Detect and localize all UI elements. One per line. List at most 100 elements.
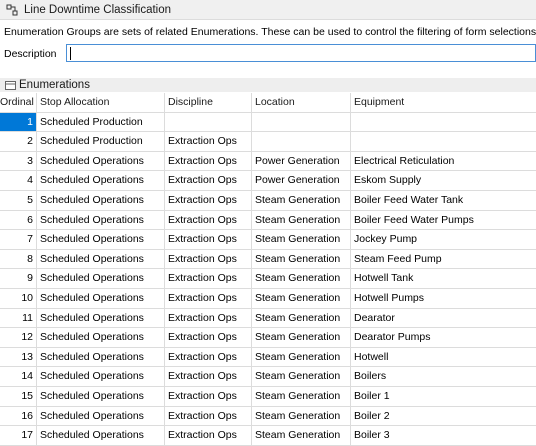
cell-ordinal[interactable]: 6 [0, 210, 37, 230]
cell-equipment[interactable]: Boiler Feed Water Pumps [351, 211, 477, 230]
cell-stop-allocation[interactable]: Scheduled Production [37, 132, 165, 151]
cell-equipment[interactable]: Hotwell Pumps [351, 289, 477, 308]
cell-discipline[interactable]: Extraction Ops [165, 151, 252, 171]
cell-ordinal[interactable]: 15 [0, 386, 37, 406]
cell-location[interactable]: Steam Generation [252, 386, 351, 406]
cell-discipline[interactable]: Extraction Ops [165, 367, 252, 386]
cell-ordinal[interactable]: 16 [0, 406, 37, 426]
cell-ordinal[interactable]: 17 [0, 426, 37, 445]
cell-stop-allocation[interactable]: Scheduled Operations [37, 190, 165, 210]
cell-stop-allocation[interactable]: Scheduled Operations [37, 406, 165, 426]
cell-location[interactable]: Steam Generation [252, 210, 351, 230]
cell-location[interactable]: Steam Generation [252, 230, 351, 249]
cell-ordinal[interactable]: 7 [0, 230, 37, 249]
table-row[interactable]: 7 Scheduled Operations Extraction Ops Steam… [0, 230, 536, 250]
cell-discipline[interactable]: Extraction Ops [165, 288, 252, 308]
cell-stop-allocation[interactable]: Scheduled Operations [37, 328, 165, 347]
cell-discipline[interactable]: Extraction Ops [165, 386, 252, 406]
cell-stop-allocation[interactable]: Scheduled Operations [37, 367, 165, 386]
cell-location[interactable]: Steam Generation [252, 406, 351, 426]
cell-discipline[interactable]: Extraction Ops [165, 171, 252, 190]
description-input[interactable] [66, 44, 536, 62]
table-row[interactable]: 8 Scheduled Operations Extraction Ops Steam… [0, 249, 536, 270]
cell-stop-allocation[interactable]: Scheduled Operations [37, 269, 165, 288]
column-header-stop-allocation[interactable]: Stop Allocation [37, 93, 165, 112]
cell-discipline[interactable]: Extraction Ops [165, 210, 252, 230]
table-row[interactable]: 17 Scheduled Operations Extraction Ops Stea… [0, 426, 536, 446]
table-row[interactable]: 14 Scheduled Operations Extraction Ops Stea… [0, 367, 536, 387]
cell-location[interactable]: Steam Generation [252, 328, 351, 347]
cell-equipment[interactable]: Jockey Pump [351, 230, 477, 249]
column-header-ordinal[interactable]: Ordinal [0, 93, 37, 112]
cell-ordinal[interactable]: 1 [0, 112, 37, 132]
column-header-discipline[interactable]: Discipline [165, 93, 252, 112]
cell-location[interactable]: Steam Generation [252, 249, 351, 269]
cell-equipment[interactable]: Hotwell Tank [351, 269, 477, 288]
cell-ordinal[interactable]: 11 [0, 308, 37, 328]
cell-stop-allocation[interactable]: Scheduled Operations [37, 426, 165, 445]
cell-location[interactable]: Steam Generation [252, 308, 351, 328]
cell-equipment[interactable]: Boiler 1 [351, 387, 477, 406]
cell-equipment[interactable]: Boiler Feed Water Tank [351, 191, 477, 210]
cell-equipment[interactable]: Eskom Supply [351, 171, 477, 190]
cell-equipment[interactable]: Boiler 3 [351, 426, 477, 445]
cell-location[interactable]: Steam Generation [252, 269, 351, 288]
cell-stop-allocation[interactable]: Scheduled Operations [37, 347, 165, 367]
cell-stop-allocation[interactable]: Scheduled Operations [37, 386, 165, 406]
cell-stop-allocation[interactable]: Scheduled Production [37, 112, 165, 132]
cell-ordinal[interactable]: 13 [0, 347, 37, 367]
cell-equipment[interactable]: Electrical Reticulation [351, 152, 477, 171]
cell-equipment[interactable] [351, 113, 477, 132]
table-row[interactable]: 1 Scheduled Production [0, 112, 536, 133]
table-row[interactable]: 15 Scheduled Operations Extraction Ops Stea… [0, 386, 536, 407]
table-row[interactable]: 5 Scheduled Operations Extraction Ops Steam… [0, 190, 536, 211]
cell-equipment[interactable]: Dearator [351, 309, 477, 328]
cell-stop-allocation[interactable]: Scheduled Operations [37, 308, 165, 328]
collapse-panel-icon[interactable] [5, 80, 16, 90]
cell-stop-allocation[interactable]: Scheduled Operations [37, 288, 165, 308]
cell-location[interactable]: Steam Generation [252, 426, 351, 445]
table-row[interactable]: 6 Scheduled Operations Extraction Ops Steam… [0, 210, 536, 231]
cell-ordinal[interactable]: 3 [0, 151, 37, 171]
cell-ordinal[interactable]: 8 [0, 249, 37, 269]
enumerations-group-header[interactable]: Enumerations [0, 78, 536, 92]
cell-location[interactable]: Steam Generation [252, 347, 351, 367]
cell-stop-allocation[interactable]: Scheduled Operations [37, 171, 165, 190]
cell-discipline[interactable]: Extraction Ops [165, 426, 252, 445]
cell-discipline[interactable]: Extraction Ops [165, 132, 252, 151]
cell-ordinal[interactable]: 4 [0, 171, 37, 190]
cell-discipline[interactable]: Extraction Ops [165, 230, 252, 249]
cell-stop-allocation[interactable]: Scheduled Operations [37, 151, 165, 171]
cell-equipment[interactable] [351, 132, 477, 151]
table-row[interactable]: 4 Scheduled Operations Extraction Ops Power… [0, 171, 536, 191]
table-row[interactable]: 9 Scheduled Operations Extraction Ops Steam… [0, 269, 536, 289]
table-row[interactable]: 12 Scheduled Operations Extraction Ops Stea… [0, 328, 536, 348]
table-row[interactable]: 13 Scheduled Operations Extraction Ops Stea… [0, 347, 536, 368]
cell-location[interactable]: Power Generation [252, 151, 351, 171]
table-row[interactable]: 10 Scheduled Operations Extraction Ops Stea… [0, 288, 536, 309]
cell-ordinal[interactable]: 14 [0, 367, 37, 386]
cell-ordinal[interactable]: 9 [0, 269, 37, 288]
cell-discipline[interactable]: Extraction Ops [165, 328, 252, 347]
column-header-equipment[interactable]: Equipment [351, 93, 477, 112]
cell-ordinal[interactable]: 12 [0, 328, 37, 347]
cell-discipline[interactable]: Extraction Ops [165, 190, 252, 210]
cell-discipline[interactable]: Extraction Ops [165, 347, 252, 367]
cell-location[interactable] [252, 132, 351, 151]
cell-equipment[interactable]: Dearator Pumps [351, 328, 477, 347]
cell-ordinal[interactable]: 2 [0, 132, 37, 151]
cell-discipline[interactable]: Extraction Ops [165, 269, 252, 288]
table-row[interactable]: 11 Scheduled Operations Extraction Ops Stea… [0, 308, 536, 329]
cell-location[interactable]: Steam Generation [252, 190, 351, 210]
cell-stop-allocation[interactable]: Scheduled Operations [37, 230, 165, 249]
cell-stop-allocation[interactable]: Scheduled Operations [37, 210, 165, 230]
cell-equipment[interactable]: Boilers [351, 367, 477, 386]
cell-discipline[interactable]: Extraction Ops [165, 249, 252, 269]
cell-location[interactable]: Steam Generation [252, 288, 351, 308]
cell-location[interactable]: Steam Generation [252, 367, 351, 386]
cell-equipment[interactable]: Hotwell [351, 348, 477, 367]
cell-location[interactable]: Power Generation [252, 171, 351, 190]
cell-stop-allocation[interactable]: Scheduled Operations [37, 249, 165, 269]
cell-discipline[interactable]: Extraction Ops [165, 406, 252, 426]
cell-ordinal[interactable]: 5 [0, 190, 37, 210]
